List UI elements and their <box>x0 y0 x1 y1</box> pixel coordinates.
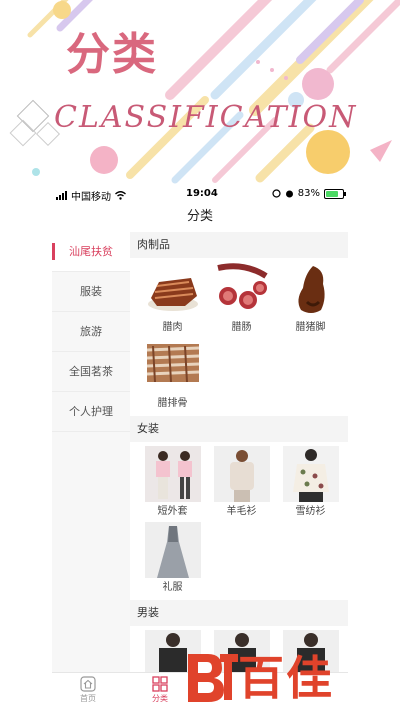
product-grid: 短外套 羊毛衫 雪纺衫礼服 <box>130 442 348 600</box>
carrier-name: 中国移动 <box>71 192 111 203</box>
product-item[interactable]: 短外套 <box>138 446 207 519</box>
promo-banner: 分类 CLASSIFICATION <box>0 0 400 185</box>
watermark-logo <box>188 654 238 702</box>
sidebar-item[interactable]: 个人护理 <box>52 392 130 432</box>
product-item[interactable]: 羊毛衫 <box>207 446 276 519</box>
product-label: 羊毛衫 <box>226 506 257 517</box>
product-item[interactable]: 腊排骨 <box>138 338 207 411</box>
category-content: 肉制品腊肉 腊肠 腊猪脚腊排骨女装短外套 羊毛衫 雪纺衫礼服男装 <box>130 232 348 672</box>
wifi-icon <box>115 191 126 200</box>
clock-time: 19:04 <box>186 188 218 199</box>
product-label: 腊排骨 <box>157 398 188 409</box>
battery-percent: 83% <box>297 188 320 199</box>
product-label: 腊猪脚 <box>295 322 326 333</box>
section-header: 肉制品 <box>130 232 348 258</box>
product-item[interactable]: 腊肉 <box>138 262 207 335</box>
product-label: 短外套 <box>157 506 188 517</box>
evening-gown-photo <box>144 522 201 578</box>
alarm-icon <box>285 190 293 198</box>
sidebar-item[interactable]: 服装 <box>52 272 130 312</box>
tab-category-label: 分类 <box>152 694 168 703</box>
watermark-text: 百佳 <box>238 651 334 705</box>
chiffon-blouse-photo <box>282 446 339 502</box>
battery-icon <box>324 188 346 199</box>
section-header: 女装 <box>130 416 348 442</box>
category-sidebar: 汕尾扶贫 服装 旅游 全国茗茶 个人护理 <box>52 232 130 672</box>
cured-pork-photo <box>144 262 201 318</box>
product-label: 腊肉 <box>162 322 183 333</box>
brand-watermark: 百佳 <box>180 640 380 705</box>
tab-home[interactable]: 首页 <box>58 676 118 704</box>
short-jacket-photo <box>144 446 201 502</box>
tab-home-label: 首页 <box>80 694 96 703</box>
signal-icon <box>56 191 67 200</box>
product-label: 礼服 <box>162 582 183 593</box>
product-item[interactable]: 腊猪脚 <box>276 262 345 335</box>
banner-title: 分类 <box>66 29 158 80</box>
cured-ribs-photo <box>144 338 201 394</box>
product-item[interactable]: 腊肠 <box>207 262 276 335</box>
sidebar-item[interactable]: 旅游 <box>52 312 130 352</box>
section-header: 男装 <box>130 600 348 626</box>
product-label: 雪纺衫 <box>295 506 326 517</box>
sweater-photo <box>213 446 270 502</box>
lock-rotation-icon <box>272 189 281 198</box>
pig-trotter-photo <box>282 262 339 318</box>
page-title: 分类 <box>186 209 213 224</box>
banner-decoration <box>9 0 400 184</box>
product-label: 腊肠 <box>231 322 252 333</box>
banner-subtitle: CLASSIFICATION <box>54 100 358 135</box>
category-grid-icon <box>152 676 168 692</box>
sausage-photo <box>213 262 270 318</box>
status-bar: 中国移动 19:04 83% <box>0 186 400 204</box>
sidebar-item[interactable]: 汕尾扶贫 <box>52 232 130 272</box>
product-item[interactable]: 礼服 <box>138 522 207 595</box>
product-item[interactable]: 雪纺衫 <box>276 446 345 519</box>
home-icon <box>80 676 96 692</box>
sidebar-item[interactable]: 全国茗茶 <box>52 352 130 392</box>
product-grid: 腊肉 腊肠 腊猪脚腊排骨 <box>130 258 348 416</box>
